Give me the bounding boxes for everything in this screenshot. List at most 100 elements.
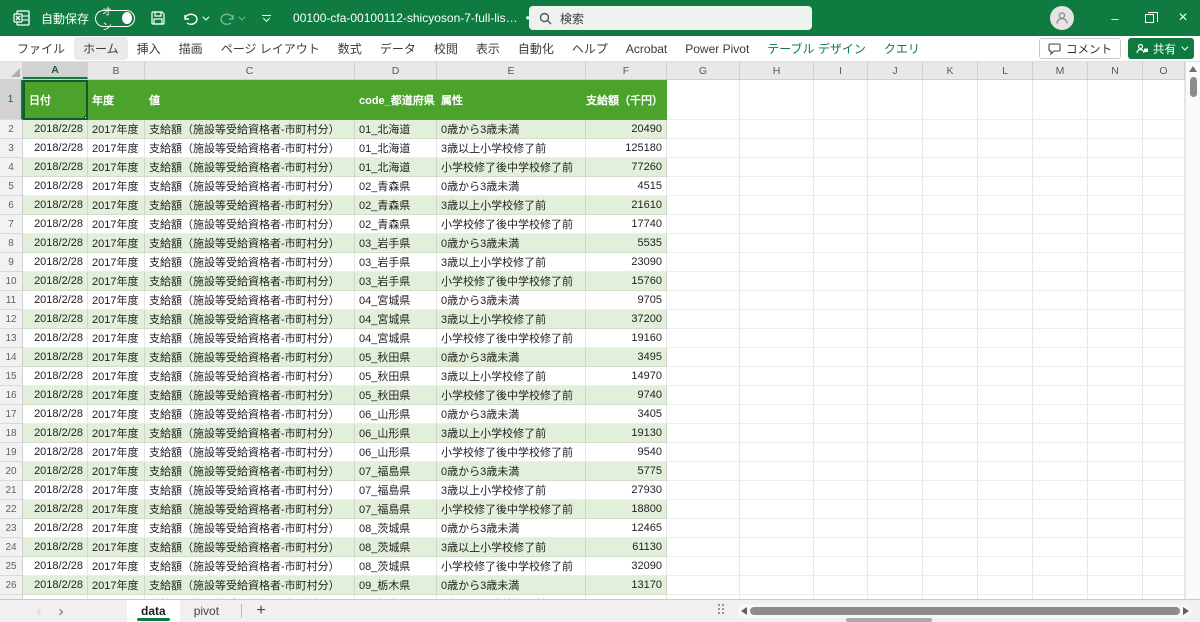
tab-draw[interactable]: 描画	[170, 37, 212, 60]
horizontal-scroll-thumb[interactable]	[750, 607, 1180, 615]
column-header-b[interactable]: B	[88, 62, 145, 79]
cell-attr[interactable]: 小学校修了後中学校修了前	[437, 557, 586, 576]
cell-amount[interactable]: 12465	[586, 519, 667, 538]
cell-year[interactable]: 2017年度	[88, 386, 145, 405]
cell-code[interactable]: 03_岩手県	[355, 234, 437, 253]
cell-attr[interactable]: 0歳から3歳未満	[437, 405, 586, 424]
header-value[interactable]: 値	[145, 80, 355, 120]
cell-attr[interactable]: 3歳以上小学校修了前	[437, 253, 586, 272]
cell-value[interactable]: 支給額（施設等受給資格者-市町村分）	[145, 291, 355, 310]
column-header-d[interactable]: D	[355, 62, 437, 79]
cell-attr[interactable]: 3歳以上小学校修了前	[437, 424, 586, 443]
autosave-toggle[interactable]: オン	[95, 7, 136, 33]
cell-value[interactable]: 支給額（施設等受給資格者-市町村分）	[145, 538, 355, 557]
cell-value[interactable]: 支給額（施設等受給資格者-市町村分）	[145, 500, 355, 519]
tab-insert[interactable]: 挿入	[128, 37, 170, 60]
row-number[interactable]: 17	[0, 405, 23, 424]
row-number[interactable]: 6	[0, 196, 23, 215]
cell-year[interactable]: 2017年度	[88, 253, 145, 272]
cell-attr[interactable]: 小学校修了後中学校修了前	[437, 500, 586, 519]
cell-year[interactable]: 2017年度	[88, 158, 145, 177]
cell-attr[interactable]: 3歳以上小学校修了前	[437, 310, 586, 329]
cell-attr[interactable]: 3歳以上小学校修了前	[437, 367, 586, 386]
cell-date[interactable]: 2018/2/28	[23, 386, 88, 405]
comments-button[interactable]: コメント	[1039, 38, 1121, 59]
cell-value[interactable]: 支給額（施設等受給資格者-市町村分）	[145, 557, 355, 576]
cell-year[interactable]: 2017年度	[88, 481, 145, 500]
column-header-e[interactable]: E	[437, 62, 586, 79]
column-header-c[interactable]: C	[145, 62, 355, 79]
row-number[interactable]: 18	[0, 424, 23, 443]
cell-year[interactable]: 2017年度	[88, 576, 145, 595]
cell-amount[interactable]: 18800	[586, 500, 667, 519]
row-number[interactable]: 25	[0, 557, 23, 576]
cell-date[interactable]: 2018/2/28	[23, 196, 88, 215]
cell-code[interactable]: 01_北海道	[355, 158, 437, 177]
row-number[interactable]: 20	[0, 462, 23, 481]
column-header-k[interactable]: K	[923, 62, 978, 79]
cell-amount[interactable]: 9540	[586, 443, 667, 462]
cell-attr[interactable]: 0歳から3歳未満	[437, 234, 586, 253]
cell-value[interactable]: 支給額（施設等受給資格者-市町村分）	[145, 405, 355, 424]
cell-code[interactable]: 07_福島県	[355, 500, 437, 519]
cell-attr[interactable]: 小学校修了後中学校修了前	[437, 215, 586, 234]
cell-attr[interactable]: 小学校修了後中学校修了前	[437, 158, 586, 177]
column-header-g[interactable]: G	[667, 62, 740, 79]
row-number[interactable]: 3	[0, 139, 23, 158]
cell-amount[interactable]: 9705	[586, 291, 667, 310]
cell-date[interactable]: 2018/2/28	[23, 557, 88, 576]
cell-year[interactable]: 2017年度	[88, 177, 145, 196]
sheet-nav-prev-icon[interactable]: ‹	[28, 604, 50, 619]
cell-date[interactable]: 2018/2/28	[23, 462, 88, 481]
cell-code[interactable]: 06_山形県	[355, 443, 437, 462]
cell-code[interactable]: 02_青森県	[355, 177, 437, 196]
cell-amount[interactable]: 14970	[586, 367, 667, 386]
cell-date[interactable]: 2018/2/28	[23, 500, 88, 519]
cell-year[interactable]: 2017年度	[88, 196, 145, 215]
cell-date[interactable]: 2018/2/28	[23, 405, 88, 424]
cell-value[interactable]: 支給額（施設等受給資格者-市町村分）	[145, 424, 355, 443]
cell-value[interactable]: 支給額（施設等受給資格者-市町村分）	[145, 519, 355, 538]
cell-date[interactable]: 2018/2/28	[23, 348, 88, 367]
cell-year[interactable]: 2017年度	[88, 139, 145, 158]
row-number[interactable]: 12	[0, 310, 23, 329]
cell-year[interactable]: 2017年度	[88, 405, 145, 424]
cell-code[interactable]: 06_山形県	[355, 424, 437, 443]
cell-date[interactable]: 2018/2/28	[23, 158, 88, 177]
save-icon[interactable]	[145, 5, 171, 31]
cell-value[interactable]: 支給額（施設等受給資格者-市町村分）	[145, 310, 355, 329]
vertical-scrollbar[interactable]	[1185, 62, 1200, 599]
cell-date[interactable]: 2018/2/28	[23, 253, 88, 272]
cell-amount[interactable]: 17740	[586, 215, 667, 234]
cell-date[interactable]: 2018/2/28	[23, 329, 88, 348]
cell-attr[interactable]: 0歳から3歳未満	[437, 348, 586, 367]
cell-attr[interactable]: 小学校修了後中学校修了前	[437, 272, 586, 291]
restore-button[interactable]	[1132, 0, 1166, 36]
cell-value[interactable]: 支給額（施設等受給資格者-市町村分）	[145, 462, 355, 481]
cell-date[interactable]: 2018/2/28	[23, 576, 88, 595]
cell-code[interactable]: 08_茨城県	[355, 519, 437, 538]
cell-year[interactable]: 2017年度	[88, 234, 145, 253]
row-number[interactable]: 9	[0, 253, 23, 272]
account-avatar[interactable]	[1050, 6, 1074, 30]
row-number[interactable]: 8	[0, 234, 23, 253]
cell-amount[interactable]: 5535	[586, 234, 667, 253]
cell-code[interactable]: 06_山形県	[355, 405, 437, 424]
tab-page-layout[interactable]: ページ レイアウト	[212, 37, 329, 60]
cell-code[interactable]: 04_宮城県	[355, 291, 437, 310]
cell-date[interactable]: 2018/2/28	[23, 177, 88, 196]
cell-date[interactable]: 2018/2/28	[23, 120, 88, 139]
row-number[interactable]: 13	[0, 329, 23, 348]
row-number[interactable]: 14	[0, 348, 23, 367]
scroll-right-icon[interactable]	[1183, 607, 1189, 615]
row-number[interactable]: 15	[0, 367, 23, 386]
tab-formulas[interactable]: 数式	[329, 37, 371, 60]
cell-amount[interactable]: 3495	[586, 348, 667, 367]
cell-year[interactable]: 2017年度	[88, 215, 145, 234]
tab-automate[interactable]: 自動化	[509, 37, 563, 60]
cell-value[interactable]: 支給額（施設等受給資格者-市町村分）	[145, 120, 355, 139]
cell-year[interactable]: 2017年度	[88, 291, 145, 310]
column-header-f[interactable]: F	[586, 62, 667, 79]
cell-value[interactable]: 支給額（施設等受給資格者-市町村分）	[145, 367, 355, 386]
cell-year[interactable]: 2017年度	[88, 329, 145, 348]
